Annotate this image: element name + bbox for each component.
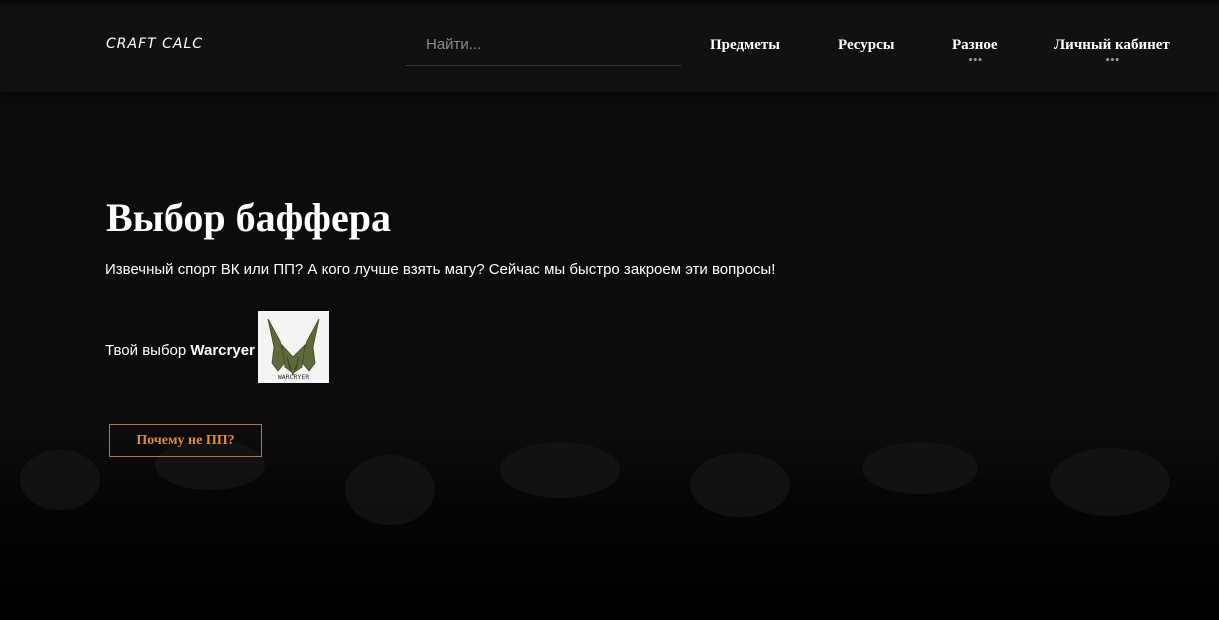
page-title: Выбор баффера — [106, 195, 391, 240]
search-box — [406, 28, 681, 66]
nav-item-items[interactable]: Предметы — [710, 37, 780, 54]
nav-item-misc[interactable]: Разное ••• — [952, 37, 998, 66]
nav-item-label: Разное — [952, 37, 998, 53]
site-logo[interactable]: CRAFT CALC — [106, 36, 203, 52]
choice-value: Warcryer — [190, 342, 255, 359]
nav-item-label: Ресурсы — [838, 37, 895, 53]
warcryer-emblem-icon: WARCRYER — [258, 311, 329, 383]
header-grunge-edge — [0, 0, 1219, 8]
emblem-caption: WARCRYER — [278, 373, 309, 381]
button-label: Почему не ПП? — [136, 432, 235, 448]
intro-text: Извечный спорт ВК или ПП? А кого лучше в… — [105, 261, 776, 278]
search-input[interactable] — [406, 28, 681, 60]
nav-item-label: Предметы — [710, 37, 781, 53]
choice-prefix: Твой выбор — [105, 342, 187, 359]
nav-item-resources[interactable]: Ресурсы — [838, 37, 894, 54]
more-dots-icon: ••• — [967, 56, 983, 66]
nav-item-account[interactable]: Личный кабинет ••• — [1054, 37, 1170, 66]
site-header: CRAFT CALC Предметы Ресурсы Разное ••• Л… — [0, 0, 1219, 92]
nav-item-label: Личный кабинет — [1054, 37, 1170, 53]
buffer-choice: Твой выбор Warcryer — [105, 342, 255, 359]
why-not-pp-button[interactable]: Почему не ПП? — [109, 424, 262, 457]
more-dots-icon: ••• — [1104, 56, 1120, 66]
